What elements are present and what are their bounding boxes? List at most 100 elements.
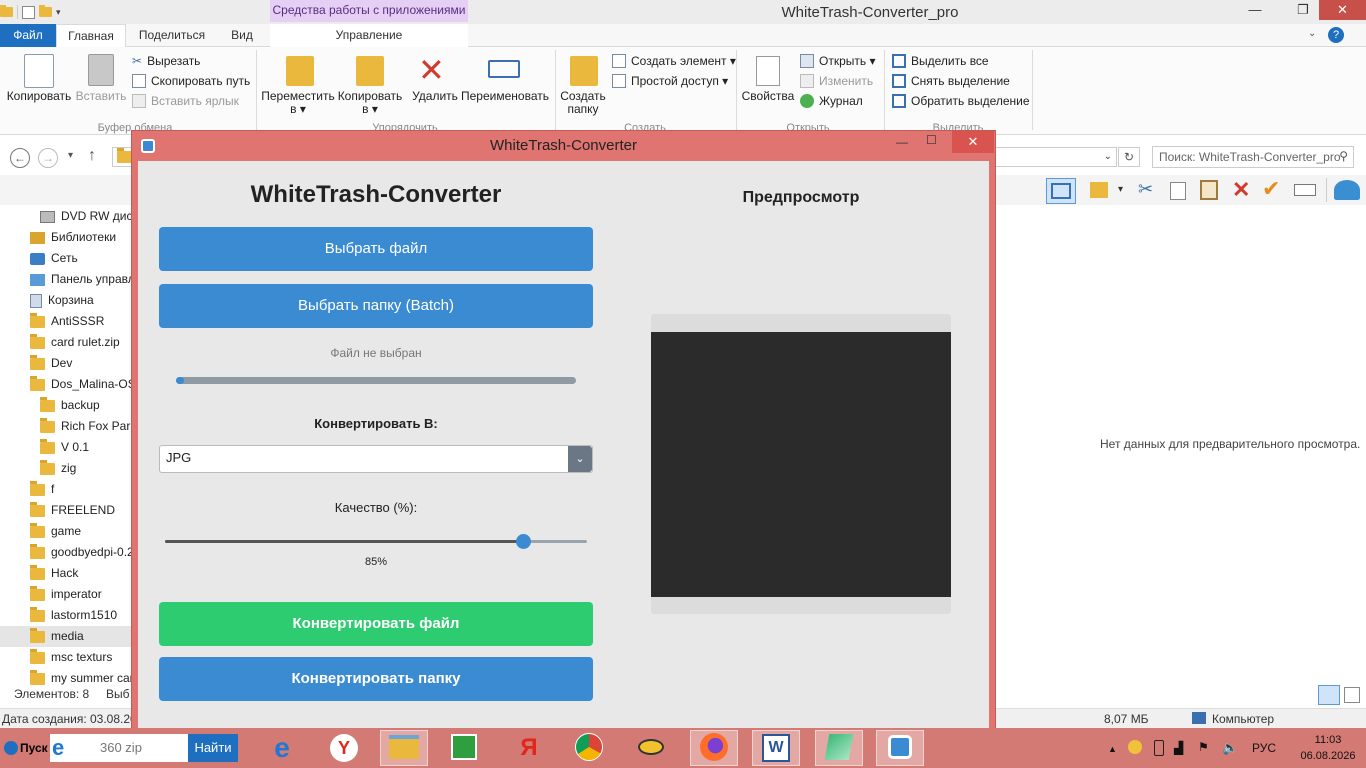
up-button[interactable]: ↑ bbox=[88, 147, 96, 165]
nav-item[interactable]: Корзина bbox=[30, 290, 131, 311]
easy-access-button[interactable]: Простой доступ ▾ bbox=[612, 71, 736, 91]
help-icon[interactable]: ? bbox=[1328, 27, 1344, 43]
battery-icon[interactable] bbox=[1154, 740, 1164, 756]
chevron-down-icon[interactable]: ⌄ bbox=[568, 446, 592, 472]
refresh-button[interactable]: ↻ bbox=[1118, 147, 1140, 167]
invert-selection-button[interactable]: Обратить выделение bbox=[892, 91, 1030, 111]
paste-shortcut-button[interactable]: Вставить ярлык bbox=[132, 91, 250, 111]
taskbar-app-button[interactable] bbox=[380, 730, 428, 766]
nav-item[interactable]: Сеть bbox=[30, 248, 131, 269]
tab-manage[interactable]: Управление bbox=[270, 24, 468, 47]
choose-file-button[interactable]: Выбрать файл bbox=[159, 227, 593, 271]
nav-item[interactable]: AntiSSSR bbox=[30, 311, 131, 332]
convert-folder-button[interactable]: Конвертировать папку bbox=[159, 657, 593, 701]
nav-item[interactable]: zig bbox=[40, 458, 131, 479]
close-button[interactable]: ✕ bbox=[952, 131, 994, 153]
new-folder-button[interactable]: Создать папку bbox=[558, 90, 608, 116]
forward-button[interactable]: → bbox=[38, 148, 58, 168]
move-to-button[interactable]: Переместить в ▾ bbox=[260, 90, 336, 116]
details-view-button[interactable] bbox=[1318, 685, 1340, 705]
clock[interactable]: 11:03 06.08.2026 bbox=[1290, 732, 1366, 764]
nav-item[interactable]: DVD RW дисковод bbox=[40, 206, 131, 227]
close-button[interactable]: ✕ bbox=[1319, 0, 1366, 20]
nav-item[interactable]: game bbox=[30, 521, 131, 542]
taskbar-search-button[interactable]: Найти bbox=[188, 734, 238, 762]
paste-icon[interactable] bbox=[1200, 180, 1218, 200]
delete-icon[interactable]: ✕ bbox=[1232, 177, 1250, 203]
maximize-button[interactable]: ❐ bbox=[1288, 0, 1318, 20]
taskbar-app-button[interactable] bbox=[815, 730, 863, 766]
choose-folder-button[interactable]: Выбрать папку (Batch) bbox=[159, 284, 593, 328]
taskbar-app-button[interactable] bbox=[565, 730, 613, 766]
nav-item[interactable]: msc texturs bbox=[30, 647, 131, 668]
tab-home[interactable]: Главная bbox=[56, 24, 126, 47]
properties-icon[interactable] bbox=[756, 56, 780, 86]
delete-icon[interactable]: ✕ bbox=[418, 54, 445, 86]
tray-app-icon[interactable] bbox=[1128, 740, 1142, 754]
nav-item[interactable]: FREELEND bbox=[30, 500, 131, 521]
taskbar-app-button[interactable]: Я bbox=[505, 730, 553, 766]
taskbar-app-button[interactable]: W bbox=[752, 730, 800, 766]
quality-slider[interactable] bbox=[165, 534, 587, 550]
nav-item[interactable]: imperator bbox=[30, 584, 131, 605]
copy-to-button[interactable]: Копировать в ▾ bbox=[334, 90, 406, 116]
nav-item[interactable]: f bbox=[30, 479, 131, 500]
nav-item[interactable]: Rich Fox Parlia bbox=[40, 416, 131, 437]
history-button[interactable]: Журнал bbox=[800, 91, 875, 111]
taskbar-search-input[interactable]: e 360 zip bbox=[50, 734, 188, 762]
large-icons-view-button[interactable] bbox=[1344, 687, 1360, 703]
taskbar-app-button[interactable] bbox=[690, 730, 738, 766]
paste-icon[interactable] bbox=[88, 54, 114, 86]
volume-icon[interactable]: 🔈 bbox=[1222, 740, 1238, 756]
rename-button[interactable]: Переименовать bbox=[460, 90, 550, 103]
select-none-button[interactable]: Снять выделение bbox=[892, 71, 1030, 91]
folder-icon[interactable] bbox=[0, 5, 13, 17]
nav-item[interactable]: Dos_Malina-OS bbox=[30, 374, 131, 395]
taskbar-app-button[interactable]: Y bbox=[320, 730, 368, 766]
back-button[interactable]: ← bbox=[10, 148, 30, 168]
nav-item[interactable]: goodbyedpi-0.2 bbox=[30, 542, 131, 563]
nav-item[interactable]: Hack bbox=[30, 563, 131, 584]
recent-locations-icon[interactable]: ▾ bbox=[68, 150, 73, 161]
nav-item[interactable]: lastorm1510 bbox=[30, 605, 131, 626]
nav-item[interactable]: Библиотеки bbox=[30, 227, 131, 248]
properties-button[interactable]: Свойства bbox=[740, 90, 796, 103]
properties-icon[interactable] bbox=[22, 5, 35, 19]
open-button[interactable]: Открыть ▾ bbox=[800, 51, 875, 71]
scissors-icon[interactable]: ✂ bbox=[1138, 179, 1153, 200]
nav-item[interactable]: media bbox=[0, 626, 131, 647]
nav-item[interactable]: Панель управления bbox=[30, 269, 131, 290]
taskbar-app-button[interactable] bbox=[876, 730, 924, 766]
cut-button[interactable]: ✂ Вырезать bbox=[132, 51, 250, 71]
start-button[interactable]: Пуск bbox=[2, 734, 50, 762]
new-folder-icon[interactable] bbox=[570, 56, 598, 86]
copy-path-button[interactable]: Скопировать путь bbox=[132, 71, 250, 91]
maximize-button[interactable]: ☐ bbox=[926, 133, 937, 147]
new-item-button[interactable]: Создать элемент ▾ bbox=[612, 51, 736, 71]
tab-view[interactable]: Вид bbox=[216, 24, 268, 47]
tab-file[interactable]: Файл bbox=[0, 24, 56, 47]
properties-icon[interactable] bbox=[1090, 182, 1108, 198]
search-input[interactable]: Поиск: WhiteTrash-Converter_pro ⚲ bbox=[1152, 146, 1354, 168]
nav-item[interactable]: backup bbox=[40, 395, 131, 416]
new-folder-icon[interactable] bbox=[39, 5, 52, 17]
address-dropdown[interactable]: ⌄ bbox=[995, 147, 1117, 167]
network-icon[interactable]: ▟ bbox=[1174, 741, 1183, 755]
taskbar-app-button[interactable] bbox=[440, 730, 488, 766]
copy-icon[interactable] bbox=[24, 54, 54, 88]
shell-icon[interactable] bbox=[1334, 180, 1360, 200]
slider-knob[interactable] bbox=[515, 534, 531, 549]
copy-button[interactable]: Копировать bbox=[4, 90, 74, 103]
format-select[interactable]: JPG ⌄ bbox=[159, 445, 593, 473]
nav-item[interactable]: Dev bbox=[30, 353, 131, 374]
taskbar-app-button[interactable]: e bbox=[258, 730, 306, 766]
copy-to-icon[interactable] bbox=[356, 56, 384, 86]
checkmark-icon[interactable]: ✔ bbox=[1262, 176, 1280, 202]
taskbar-app-button[interactable] bbox=[627, 730, 675, 766]
preview-pane-button[interactable] bbox=[1046, 178, 1076, 204]
rename-icon[interactable] bbox=[1294, 184, 1316, 196]
tray-chevron-icon[interactable]: ▲ bbox=[1108, 744, 1117, 754]
input-language[interactable]: РУС bbox=[1252, 741, 1276, 755]
move-to-icon[interactable] bbox=[286, 56, 314, 86]
minimize-button[interactable]: — bbox=[896, 135, 908, 149]
